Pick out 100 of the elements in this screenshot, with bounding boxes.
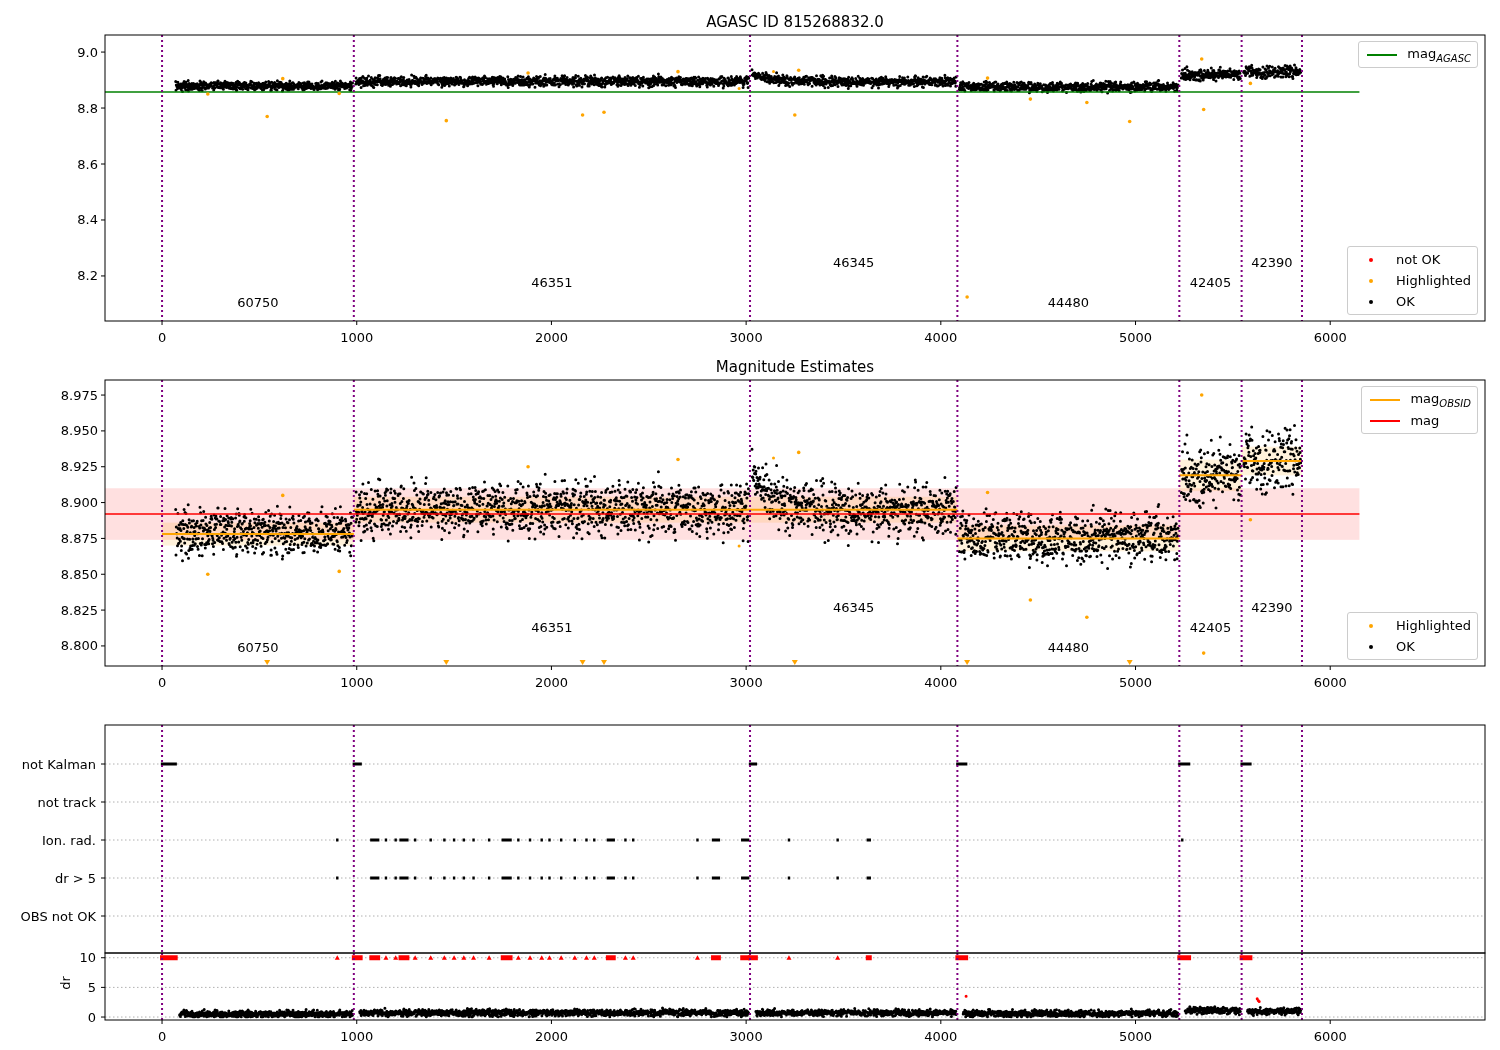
highlighted-point xyxy=(265,114,269,119)
highlighted-points xyxy=(737,544,741,548)
highlighted-point xyxy=(337,569,341,574)
flag-marker xyxy=(711,876,721,880)
clipped-marker xyxy=(694,955,700,960)
flag-marker xyxy=(741,876,750,880)
flag-marker xyxy=(413,876,417,880)
obsid-label: 42405 xyxy=(1189,619,1232,635)
clipped-marker xyxy=(441,955,447,960)
flag-marker xyxy=(429,838,432,842)
flag-marker xyxy=(370,838,380,842)
highlighted-point xyxy=(1028,598,1033,602)
flag-marker xyxy=(540,838,543,842)
clipped-marker xyxy=(622,955,628,960)
clipped-marker xyxy=(584,955,589,960)
tick-label: 8.950 xyxy=(60,423,98,439)
flag-marker xyxy=(443,876,446,880)
tick-label: 2000 xyxy=(534,330,568,345)
clipped-marker xyxy=(515,955,521,960)
tick-label: 3000 xyxy=(729,675,763,690)
flag-marker xyxy=(585,838,588,842)
tick-label: 5 xyxy=(87,979,96,995)
flag-marker xyxy=(1181,838,1184,842)
highlighted-point xyxy=(280,493,285,498)
highlighted-point xyxy=(1085,100,1089,105)
tick-label: 0 xyxy=(157,675,167,690)
obsid-label: 42405 xyxy=(1189,274,1232,290)
flag-marker xyxy=(394,838,397,842)
highlighted-point xyxy=(676,457,680,462)
highlighted-point xyxy=(444,118,449,123)
tick-label: 0 xyxy=(157,1029,167,1044)
clipped-marker xyxy=(605,955,616,961)
axis-label: dr xyxy=(58,976,73,990)
tick-label: 8.825 xyxy=(60,602,98,618)
flag-marker xyxy=(787,876,791,880)
flag-marker xyxy=(528,876,532,880)
tick-label: 6000 xyxy=(1313,675,1347,690)
tick-label: 8.2 xyxy=(77,268,98,284)
clipped-marker xyxy=(964,660,971,665)
tick-label: 8.6 xyxy=(77,156,98,172)
clipped-marker xyxy=(547,955,552,960)
tick-label: 2000 xyxy=(534,675,568,690)
flag-marker xyxy=(866,876,871,880)
flag-marker xyxy=(472,838,475,842)
clipped-marker xyxy=(1239,955,1253,961)
highlighted-point xyxy=(526,71,530,75)
flag-marker xyxy=(443,838,446,842)
spread-band xyxy=(1241,446,1302,476)
highlighted-point xyxy=(1201,651,1206,655)
clipped-marker xyxy=(579,660,586,665)
tick-label: 10 xyxy=(79,950,96,966)
highlighted-point xyxy=(602,110,606,115)
clipped-marker xyxy=(527,955,533,960)
tick-label: 1000 xyxy=(340,330,374,345)
flag-marker xyxy=(462,876,465,880)
highlighted-point xyxy=(1127,119,1132,124)
legend-label: Highlighted xyxy=(1396,618,1471,633)
data-points xyxy=(1246,1006,1303,1017)
flag-marker xyxy=(606,876,615,880)
clipped-marker xyxy=(539,955,545,960)
clipped-marker xyxy=(334,955,340,960)
clipped-marker xyxy=(865,955,872,961)
clipped-marker xyxy=(428,955,434,960)
flag-marker xyxy=(517,876,520,880)
clipped-marker xyxy=(601,660,607,665)
tick-label: not Kalman xyxy=(21,756,96,772)
obsid-label: 46345 xyxy=(833,254,875,270)
tick-label: 8.975 xyxy=(60,387,98,403)
flag-marker xyxy=(487,838,491,842)
tick-label: 5000 xyxy=(1119,675,1153,690)
flag-marker xyxy=(696,876,699,880)
legend-label: Highlighted xyxy=(1396,273,1471,288)
obsid-label: 46345 xyxy=(833,599,875,615)
highlighted-point xyxy=(796,450,801,455)
flag-marker xyxy=(160,762,177,766)
highlighted-point xyxy=(965,295,969,299)
tick-label: 5000 xyxy=(1119,1029,1153,1044)
tick-label: dr > 5 xyxy=(54,870,96,886)
segment-mean-line xyxy=(1178,474,1243,477)
flag-marker xyxy=(548,838,551,842)
clipped-marker xyxy=(572,955,578,960)
highlighted-point xyxy=(985,490,990,495)
highlighted-points xyxy=(737,87,741,90)
tick-label: 6000 xyxy=(1313,330,1347,345)
flag-marker xyxy=(624,838,627,842)
highlighted-point xyxy=(1248,517,1253,522)
clipped-marker xyxy=(630,955,636,960)
plot-title: AGASC ID 815268832.0 xyxy=(706,13,884,31)
clipped-marker xyxy=(486,955,492,960)
clipped-marker xyxy=(383,955,389,960)
obsid-label: 60750 xyxy=(237,295,279,310)
tick-label: 8.925 xyxy=(60,459,98,475)
flag-marker xyxy=(384,838,388,842)
obsid-label: 46351 xyxy=(531,274,573,290)
flag-marker xyxy=(748,762,758,766)
flag-marker xyxy=(501,876,512,880)
clipped-marker xyxy=(160,955,178,961)
flag-marker xyxy=(624,876,627,880)
flag-marker xyxy=(394,876,397,880)
flag-marker xyxy=(866,838,871,842)
